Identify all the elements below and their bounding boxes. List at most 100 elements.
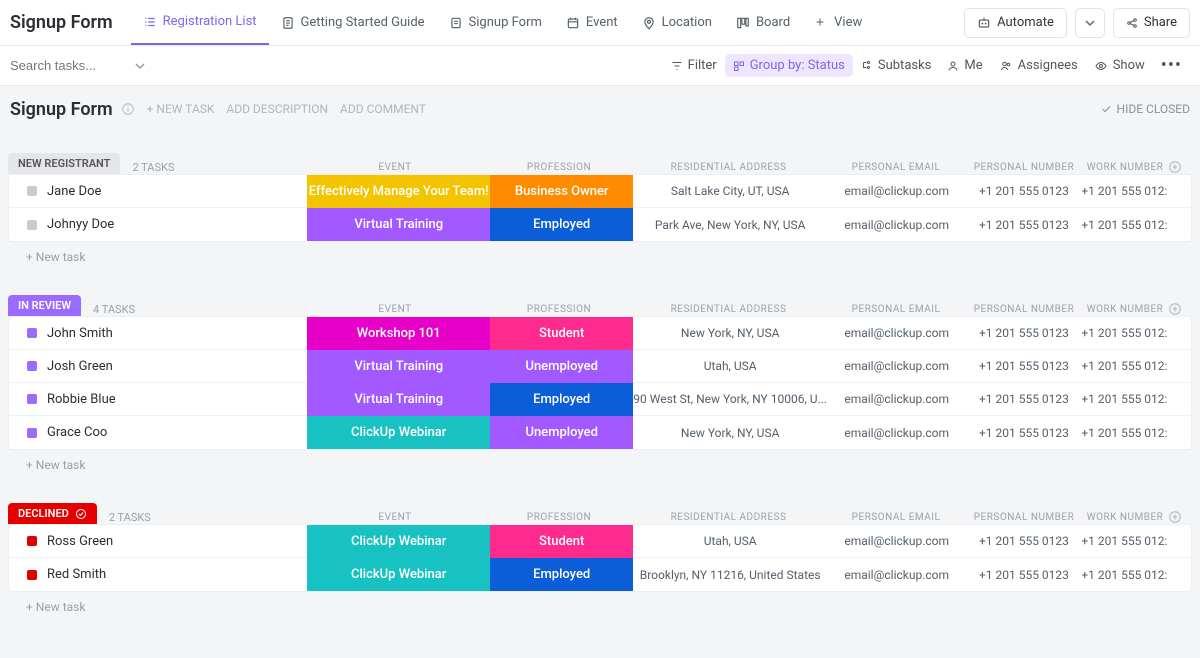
column-header-profession[interactable]: PROFESSION [487, 162, 631, 173]
column-header-personal-email[interactable]: PERSONAL EMAIL [826, 162, 966, 173]
table-row[interactable]: Red SmithClickUp WebinarEmployedBrooklyn… [9, 558, 1191, 591]
work-number-cell[interactable]: +1 201 555 012: [1082, 359, 1168, 373]
show-button[interactable]: Show [1086, 54, 1153, 77]
add-column-button[interactable] [1168, 302, 1192, 316]
more-menu[interactable]: ••• [1153, 51, 1190, 80]
work-number-cell[interactable]: +1 201 555 012: [1082, 326, 1168, 340]
work-number-cell[interactable]: +1 201 555 012: [1082, 218, 1168, 232]
email-cell[interactable]: email@clickup.com [827, 392, 966, 406]
profession-cell[interactable]: Business Owner [490, 175, 633, 208]
name-cell[interactable]: Josh Green [9, 359, 307, 374]
column-header-work-number[interactable]: WORK NUMBER [1082, 304, 1168, 315]
address-cell[interactable]: New York, NY, USA [633, 426, 827, 440]
table-row[interactable]: Jane DoeEffectively Manage Your Team!Bus… [9, 175, 1191, 208]
table-row[interactable]: Ross GreenClickUp WebinarStudentUtah, US… [9, 525, 1191, 558]
status-pill[interactable]: DECLINED [8, 503, 97, 524]
personal-number-cell[interactable]: +1 201 555 0123 [966, 359, 1081, 373]
column-header-residential-address[interactable]: RESIDENTIAL ADDRESS [631, 162, 826, 173]
new-task-button[interactable]: + NEW TASK [147, 102, 215, 116]
new-task-inline[interactable]: + New task [8, 592, 1192, 614]
name-cell[interactable]: Jane Doe [9, 184, 307, 199]
column-header-event[interactable]: EVENT [303, 512, 487, 523]
email-cell[interactable]: email@clickup.com [827, 184, 966, 198]
email-cell[interactable]: email@clickup.com [827, 359, 966, 373]
search-input[interactable] [10, 54, 130, 77]
email-cell[interactable]: email@clickup.com [827, 534, 966, 548]
status-square-icon[interactable] [27, 394, 37, 404]
table-row[interactable]: John SmithWorkshop 101StudentNew York, N… [9, 317, 1191, 350]
event-cell[interactable]: Virtual Training [307, 383, 490, 416]
address-cell[interactable]: 90 West St, New York, NY 10006, U... [633, 392, 827, 406]
name-cell[interactable]: Johnyy Doe [9, 217, 307, 232]
table-row[interactable]: Robbie BlueVirtual TrainingEmployed90 We… [9, 383, 1191, 416]
column-header-profession[interactable]: PROFESSION [487, 304, 631, 315]
view-tab-event[interactable]: Event [554, 0, 630, 45]
personal-number-cell[interactable]: +1 201 555 0123 [966, 392, 1081, 406]
column-header-residential-address[interactable]: RESIDENTIAL ADDRESS [631, 512, 826, 523]
column-header-work-number[interactable]: WORK NUMBER [1082, 162, 1168, 173]
search-dropdown[interactable] [130, 61, 150, 71]
email-cell[interactable]: email@clickup.com [827, 326, 966, 340]
event-cell[interactable]: Workshop 101 [307, 317, 490, 350]
column-header-personal-number[interactable]: PERSONAL NUMBER [966, 162, 1082, 173]
email-cell[interactable]: email@clickup.com [827, 426, 966, 440]
status-square-icon[interactable] [27, 428, 37, 438]
status-pill[interactable]: IN REVIEW [8, 295, 81, 316]
email-cell[interactable]: email@clickup.com [827, 568, 966, 582]
status-square-icon[interactable] [27, 220, 37, 230]
column-header-personal-email[interactable]: PERSONAL EMAIL [826, 304, 966, 315]
work-number-cell[interactable]: +1 201 555 012: [1082, 184, 1168, 198]
column-header-work-number[interactable]: WORK NUMBER [1082, 512, 1168, 523]
automate-dropdown[interactable] [1075, 8, 1105, 38]
event-cell[interactable]: Effectively Manage Your Team! [307, 175, 490, 208]
new-task-inline[interactable]: + New task [8, 242, 1192, 264]
view-tab-location[interactable]: Location [630, 0, 724, 45]
column-header-event[interactable]: EVENT [303, 162, 487, 173]
address-cell[interactable]: Salt Lake City, UT, USA [633, 184, 827, 198]
table-row[interactable]: Johnyy DoeVirtual TrainingEmployedPark A… [9, 208, 1191, 241]
table-row[interactable]: Josh GreenVirtual TrainingUnemployedUtah… [9, 350, 1191, 383]
column-header-personal-number[interactable]: PERSONAL NUMBER [966, 512, 1082, 523]
personal-number-cell[interactable]: +1 201 555 0123 [966, 218, 1081, 232]
filter-button[interactable]: Filter [663, 54, 725, 77]
name-cell[interactable]: Grace Coo [9, 425, 307, 440]
address-cell[interactable]: Brooklyn, NY 11216, United States [633, 568, 827, 582]
subtasks-button[interactable]: Subtasks [853, 54, 940, 77]
view-tab-view[interactable]: View [802, 0, 874, 45]
email-cell[interactable]: email@clickup.com [827, 218, 966, 232]
status-square-icon[interactable] [27, 570, 37, 580]
personal-number-cell[interactable]: +1 201 555 0123 [966, 426, 1081, 440]
work-number-cell[interactable]: +1 201 555 012: [1082, 568, 1168, 582]
column-header-personal-number[interactable]: PERSONAL NUMBER [966, 304, 1082, 315]
event-cell[interactable]: ClickUp Webinar [307, 525, 490, 558]
address-cell[interactable]: Utah, USA [633, 534, 827, 548]
view-tab-registration-list[interactable]: Registration List [131, 0, 269, 45]
me-button[interactable]: Me [939, 54, 990, 77]
status-pill[interactable]: NEW REGISTRANT [8, 153, 120, 174]
add-description-button[interactable]: ADD DESCRIPTION [226, 102, 328, 116]
add-column-button[interactable] [1168, 510, 1192, 524]
profession-cell[interactable]: Unemployed [490, 416, 633, 449]
event-cell[interactable]: Virtual Training [307, 208, 490, 241]
table-row[interactable]: Grace CooClickUp WebinarUnemployedNew Yo… [9, 416, 1191, 449]
add-column-button[interactable] [1168, 160, 1192, 174]
name-cell[interactable]: Red Smith [9, 567, 307, 582]
personal-number-cell[interactable]: +1 201 555 0123 [966, 534, 1081, 548]
column-header-personal-email[interactable]: PERSONAL EMAIL [826, 512, 966, 523]
work-number-cell[interactable]: +1 201 555 012: [1082, 534, 1168, 548]
personal-number-cell[interactable]: +1 201 555 0123 [966, 568, 1081, 582]
share-button[interactable]: Share [1113, 8, 1190, 38]
status-square-icon[interactable] [27, 328, 37, 338]
profession-cell[interactable]: Unemployed [490, 350, 633, 383]
column-header-profession[interactable]: PROFESSION [487, 512, 631, 523]
profession-cell[interactable]: Employed [490, 558, 633, 591]
group-by-button[interactable]: Group by: Status [725, 54, 853, 77]
view-tab-signup-form[interactable]: Signup Form [437, 0, 554, 45]
view-tab-getting-started-guide[interactable]: Getting Started Guide [269, 0, 437, 45]
assignees-button[interactable]: Assignees [991, 54, 1086, 77]
profession-cell[interactable]: Student [490, 525, 633, 558]
column-header-event[interactable]: EVENT [303, 304, 487, 315]
view-tab-board[interactable]: Board [724, 0, 802, 45]
name-cell[interactable]: John Smith [9, 326, 307, 341]
name-cell[interactable]: Robbie Blue [9, 392, 307, 407]
